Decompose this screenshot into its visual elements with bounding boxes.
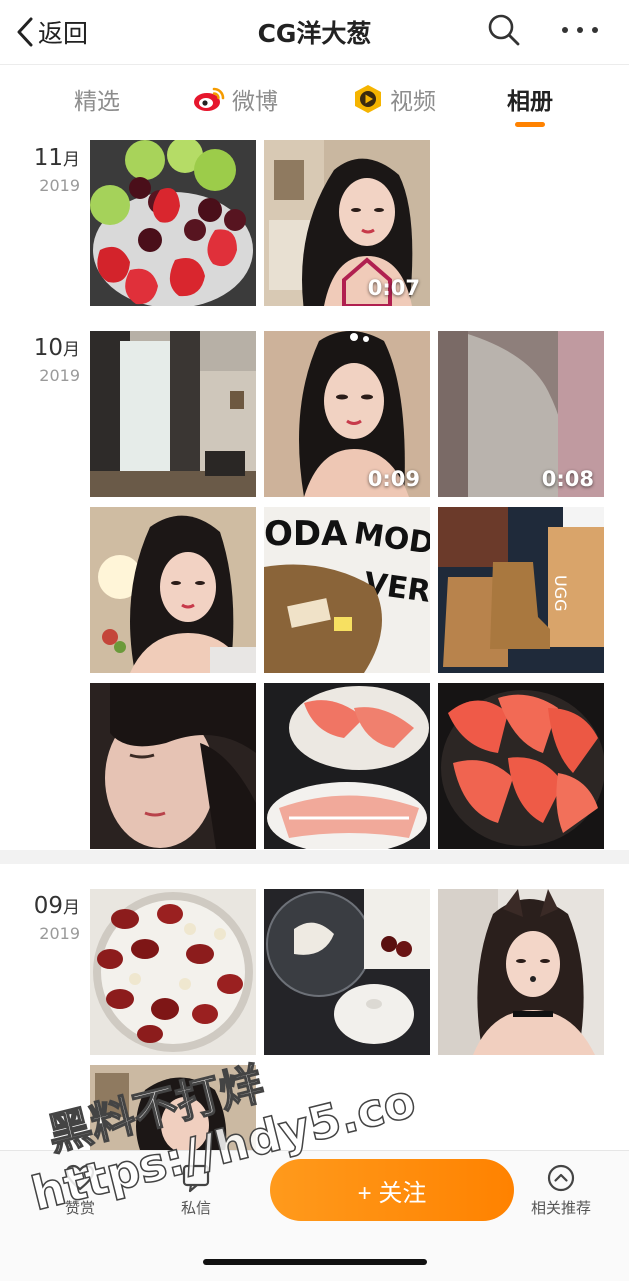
month-number: 10 <box>33 335 63 361</box>
heart-icon <box>40 1163 120 1193</box>
tab-label: 精选 <box>74 89 120 115</box>
chevron-up-circle-icon <box>521 1163 601 1193</box>
video-portrait[interactable]: 0:07 <box>264 140 430 306</box>
top-nav-bar: 返回 CG洋大葱 <box>0 0 629 65</box>
tab-featured[interactable]: 精选 <box>74 82 120 116</box>
year-label: 2019 <box>39 924 80 943</box>
tab-album[interactable]: 相册 <box>507 82 553 116</box>
tab-label: 微博 <box>232 89 278 115</box>
video-duration: 0:07 <box>367 276 420 300</box>
video-duration: 0:09 <box>367 467 420 491</box>
svg-text:ODA: ODA <box>264 514 348 554</box>
related-recommend-label: 相关推荐 <box>530 1199 591 1217</box>
photo-portrait-bottom[interactable] <box>90 1065 256 1150</box>
month-suffix: 月 <box>63 340 80 360</box>
home-indicator <box>203 1259 427 1265</box>
search-icon[interactable] <box>486 12 522 48</box>
photo-face-closeup[interactable] <box>90 683 256 849</box>
photo-glass-bowls[interactable] <box>264 889 430 1055</box>
video-grey-dress[interactable]: 0:08 <box>438 331 604 497</box>
video-icon <box>352 83 384 115</box>
message-icon <box>156 1163 236 1193</box>
chevron-left-icon <box>16 17 34 47</box>
section-divider <box>0 850 629 864</box>
album-date-oct: 10月 2019 <box>0 334 80 385</box>
month-suffix: 月 <box>63 150 80 170</box>
video-selfie[interactable]: 0:09 <box>264 331 430 497</box>
photo-selfie-room[interactable] <box>90 507 256 673</box>
more-options-icon[interactable] <box>558 14 602 46</box>
month-suffix: 月 <box>63 898 80 918</box>
back-button[interactable]: 返回 <box>16 12 88 52</box>
private-message-label: 私信 <box>180 1199 211 1217</box>
photo-cat-filter-selfie[interactable] <box>438 889 604 1055</box>
year-label: 2019 <box>39 366 80 385</box>
photo-hotel-room[interactable] <box>90 331 256 497</box>
related-recommend-button[interactable]: 相关推荐 <box>521 1163 601 1218</box>
tab-label: 相册 <box>507 89 553 115</box>
year-label: 2019 <box>39 176 80 195</box>
svg-text:UGG: UGG <box>551 575 570 612</box>
photo-red-dates-soup[interactable] <box>90 889 256 1055</box>
page-title: CG洋大葱 <box>257 19 372 48</box>
private-message-button[interactable]: 私信 <box>156 1163 236 1218</box>
photo-ugg-boots[interactable]: UGG <box>438 507 604 673</box>
tab-weibo[interactable]: 微博 <box>192 82 278 116</box>
back-label: 返回 <box>38 19 89 48</box>
profile-tabs: 精选 微博 视频 相册 <box>0 66 629 130</box>
tab-label: 视频 <box>390 89 436 115</box>
album-date-sep: 09月 2019 <box>0 892 80 943</box>
follow-button[interactable]: + 关注 <box>270 1159 514 1221</box>
active-tab-indicator <box>515 122 545 127</box>
weibo-icon <box>192 85 226 113</box>
month-number: 11 <box>33 145 63 171</box>
photo-fruit-bowl[interactable] <box>90 140 256 306</box>
album-date-nov: 11月 2019 <box>0 144 80 195</box>
like-reward-button[interactable]: 赞赏 <box>40 1163 120 1218</box>
photo-vero-moda-bag[interactable]: ODA MODA VERO <box>264 507 430 673</box>
month-number: 09 <box>33 893 63 919</box>
photo-sliced-fish[interactable] <box>264 683 430 849</box>
tab-video[interactable]: 视频 <box>352 82 436 116</box>
photo-pomelo[interactable] <box>438 683 604 849</box>
like-reward-label: 赞赏 <box>64 1199 95 1217</box>
video-duration: 0:08 <box>541 467 594 491</box>
